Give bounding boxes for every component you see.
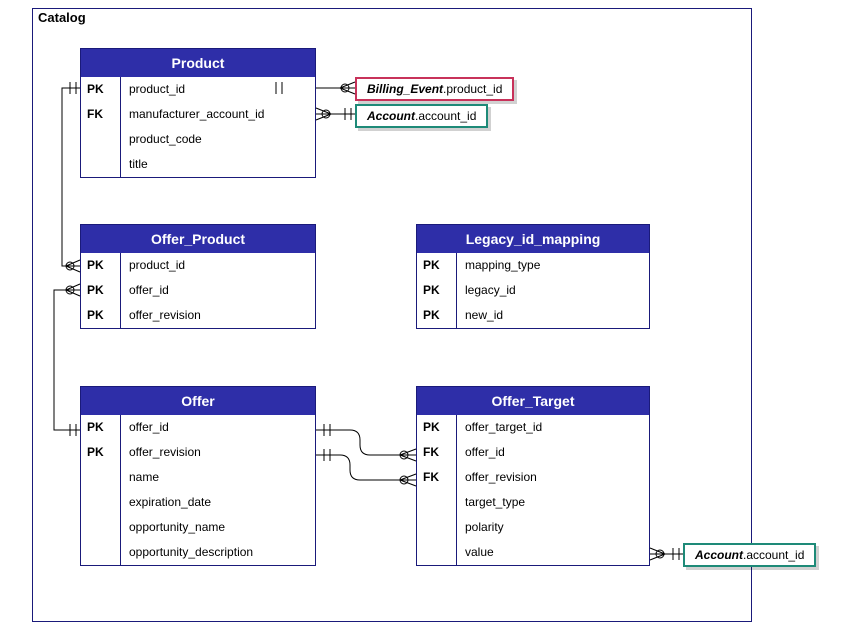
key-label	[81, 465, 120, 490]
attr-name: offer_revision	[121, 303, 315, 328]
key-label: PK	[81, 440, 120, 465]
key-label: FK	[417, 440, 456, 465]
ref-entity: Billing_Event	[367, 82, 443, 96]
entity-legacy-id-mapping: Legacy_id_mapping PK PK PK mapping_type …	[416, 224, 650, 329]
key-label	[81, 540, 120, 565]
attr-name: target_type	[457, 490, 649, 515]
key-label: PK	[417, 303, 456, 328]
key-label	[81, 515, 120, 540]
entity-product-title: Product	[81, 49, 315, 77]
entity-legacy-title: Legacy_id_mapping	[417, 225, 649, 253]
attr-name: expiration_date	[121, 490, 315, 515]
entity-offer-target: Offer_Target PK FK FK offer_target_id of…	[416, 386, 650, 566]
key-label: PK	[417, 415, 456, 440]
key-label	[81, 490, 120, 515]
key-label: PK	[81, 77, 120, 102]
attr-name: legacy_id	[457, 278, 649, 303]
key-label: PK	[81, 303, 120, 328]
key-label	[81, 127, 120, 152]
attr-name: product_id	[121, 253, 315, 278]
ref-billing-event: Billing_Event.product_id	[355, 77, 514, 101]
attr-name: value	[457, 540, 649, 565]
key-label	[417, 515, 456, 540]
attr-name: offer_id	[121, 278, 315, 303]
attr-name: offer_id	[121, 415, 315, 440]
entity-offer-product: Offer_Product PK PK PK product_id offer_…	[80, 224, 316, 329]
attr-name: polarity	[457, 515, 649, 540]
attr-name: opportunity_description	[121, 540, 315, 565]
key-label: PK	[417, 253, 456, 278]
key-label: PK	[81, 278, 120, 303]
entity-offer-product-title: Offer_Product	[81, 225, 315, 253]
ref-entity: Account	[695, 548, 743, 562]
attr-name: offer_revision	[457, 465, 649, 490]
key-label: PK	[417, 278, 456, 303]
ref-attr: .account_id	[743, 548, 804, 562]
catalog-label: Catalog	[38, 10, 86, 25]
attr-name: product_id	[121, 77, 315, 102]
ref-entity: Account	[367, 109, 415, 123]
attr-name: new_id	[457, 303, 649, 328]
ref-attr: .product_id	[443, 82, 502, 96]
attr-name: mapping_type	[457, 253, 649, 278]
attr-name: title	[121, 152, 315, 177]
attr-name: offer_revision	[121, 440, 315, 465]
entity-offer: Offer PK PK offer_id offer_revision name…	[80, 386, 316, 566]
ref-account-2: Account.account_id	[683, 543, 816, 567]
key-label: FK	[81, 102, 120, 127]
entity-product: Product PK FK product_id manufacturer_ac…	[80, 48, 316, 178]
attr-name: product_code	[121, 127, 315, 152]
attr-name: opportunity_name	[121, 515, 315, 540]
key-label: PK	[81, 253, 120, 278]
entity-offer-target-title: Offer_Target	[417, 387, 649, 415]
entity-offer-title: Offer	[81, 387, 315, 415]
attr-name: offer_target_id	[457, 415, 649, 440]
key-label	[81, 152, 120, 177]
key-label	[417, 540, 456, 565]
key-label	[417, 490, 456, 515]
key-label: PK	[81, 415, 120, 440]
attr-name: name	[121, 465, 315, 490]
key-label: FK	[417, 465, 456, 490]
attr-name: offer_id	[457, 440, 649, 465]
ref-account-1: Account.account_id	[355, 104, 488, 128]
attr-name: manufacturer_account_id	[121, 102, 315, 127]
ref-attr: .account_id	[415, 109, 476, 123]
